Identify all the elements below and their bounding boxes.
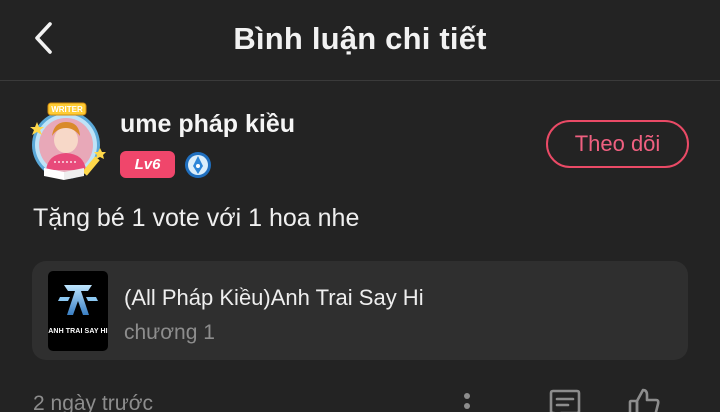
header-divider <box>0 80 720 81</box>
comment-text: Tặng bé 1 vote với 1 hoa nhe <box>33 204 360 232</box>
book-cover: ANH TRAI SAY HI <box>48 271 108 351</box>
book-card[interactable]: ANH TRAI SAY HI (All Pháp Kiều)Anh Trai … <box>32 261 688 360</box>
top-bar: Bình luận chi tiết <box>0 0 720 80</box>
back-arrow-icon <box>35 22 52 54</box>
avatar-badge-text: WRITER <box>51 105 83 114</box>
comment-detail-screen: Bình luận chi tiết WRITER ume pháp kiều … <box>0 0 720 412</box>
page-title: Bình luận chi tiết <box>233 21 487 56</box>
like-icon <box>628 388 660 412</box>
pen-badge-icon <box>184 151 212 179</box>
book-cover-text: ANH TRAI SAY HI <box>48 328 108 335</box>
user-name[interactable]: ume pháp kiều <box>120 110 295 139</box>
book-cover-logo <box>58 285 98 315</box>
avatar[interactable]: WRITER <box>24 100 110 184</box>
more-options-button[interactable] <box>447 384 487 412</box>
comment-time: 2 ngày trước <box>33 392 154 412</box>
like-button[interactable] <box>624 384 664 412</box>
back-button[interactable] <box>22 14 66 62</box>
reply-button[interactable] <box>545 384 585 412</box>
more-vertical-icon <box>464 393 470 409</box>
avatar-image: WRITER <box>30 102 106 180</box>
book-chapter: chương 1 <box>124 321 215 344</box>
follow-button[interactable]: Theo dõi <box>546 120 689 168</box>
level-badge: Lv6 <box>120 151 175 178</box>
book-title: (All Pháp Kiều)Anh Trai Say Hi <box>124 285 424 310</box>
comment-icon <box>549 389 581 412</box>
